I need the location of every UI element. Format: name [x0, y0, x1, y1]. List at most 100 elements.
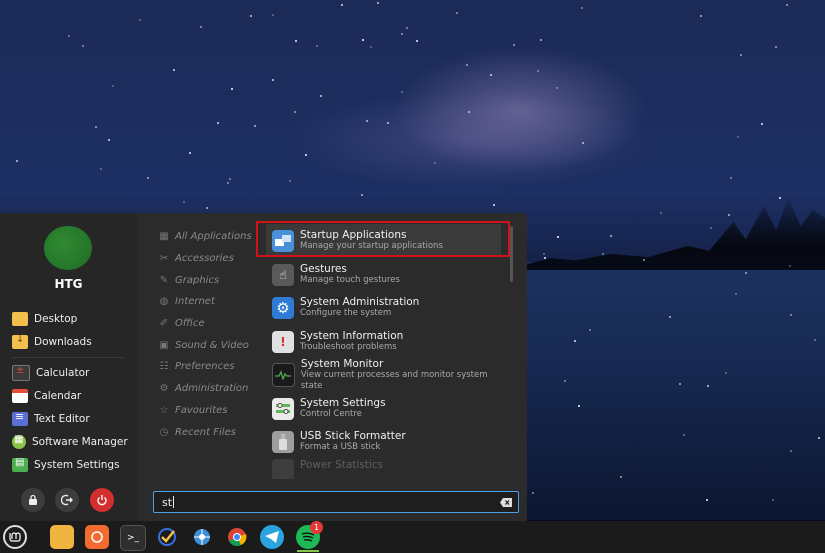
favorite-calendar[interactable]: Calendar: [12, 386, 81, 406]
category-label: Office: [175, 317, 205, 329]
favorite-label: Software Manager: [32, 436, 128, 448]
app-item-power-statistics[interactable]: Power Statistics: [266, 459, 501, 479]
calculator-icon: [12, 365, 30, 381]
wallpaper-lake: [520, 262, 825, 520]
app-description: View current processes and monitor syste…: [300, 369, 488, 391]
category-graphics[interactable]: ✎ Graphics: [158, 272, 219, 288]
category-label: Favourites: [175, 404, 228, 416]
system-settings-icon: [272, 397, 294, 420]
category-internet[interactable]: ◍ Internet: [158, 293, 215, 309]
star: [736, 136, 739, 139]
divider: [12, 357, 124, 358]
category-label: Internet: [175, 295, 215, 307]
tasks-icon[interactable]: [155, 525, 179, 549]
app-item-system-information[interactable]: ! System Information Troubleshoot problem…: [266, 325, 501, 358]
scissors-icon: ✂: [159, 252, 169, 264]
star: [361, 38, 364, 41]
category-preferences[interactable]: ☷ Preferences: [158, 358, 235, 374]
place-desktop[interactable]: Desktop: [12, 309, 77, 329]
favorite-system-settings[interactable]: System Settings: [12, 455, 120, 475]
star: [468, 110, 471, 113]
clock-icon: ◷: [159, 426, 169, 438]
shutdown-button[interactable]: [90, 488, 114, 512]
username: HTG: [54, 277, 83, 291]
star: [536, 70, 539, 73]
star: [304, 153, 307, 156]
system-administration-icon: ⚙: [272, 296, 294, 319]
app-description: Manage touch gestures: [300, 275, 400, 285]
telegram-icon[interactable]: [260, 525, 284, 549]
selection-highlight: [256, 221, 510, 257]
usb-formatter-icon: [272, 430, 294, 453]
star: [705, 498, 708, 501]
category-favourites[interactable]: ☆ Favourites: [158, 402, 228, 418]
star: [15, 159, 18, 162]
system-settings-icon: [12, 457, 28, 472]
star: [739, 53, 742, 56]
paint-icon: ✎: [159, 274, 169, 286]
avatar[interactable]: [44, 226, 92, 270]
app-description: Troubleshoot problems: [300, 342, 397, 352]
taskbar: >_: [0, 521, 825, 553]
clear-search-icon[interactable]: [499, 496, 513, 508]
category-label: Administration: [175, 382, 249, 394]
files-icon[interactable]: [50, 525, 74, 549]
app-description: Format a USB stick: [300, 442, 381, 452]
firefox-icon[interactable]: [85, 525, 109, 549]
app-list-scrollbar[interactable]: [510, 226, 513, 282]
star: [400, 90, 403, 93]
star: [230, 87, 233, 90]
star: [734, 292, 737, 295]
place-downloads[interactable]: Downloads: [12, 332, 92, 352]
app-name: USB Stick Formatter: [300, 430, 406, 442]
favorite-calculator[interactable]: Calculator: [12, 363, 89, 383]
category-administration[interactable]: ⚙ Administration: [158, 380, 249, 396]
app-item-system-settings[interactable]: System Settings Control Centre: [266, 392, 501, 425]
lock-icon: [29, 494, 37, 505]
app-name: System Monitor: [300, 357, 384, 370]
system-monitor-icon: [272, 362, 295, 387]
category-sound-video[interactable]: ▣ Sound & Video: [158, 337, 249, 353]
favorite-label: Calendar: [34, 390, 82, 402]
category-accessories[interactable]: ✂ Accessories: [158, 250, 234, 266]
app-item-usb-stick-formatter[interactable]: USB Stick Formatter Format a USB stick: [266, 425, 501, 458]
favorite-software-manager[interactable]: Software Manager: [12, 432, 128, 452]
terminal-icon[interactable]: >_: [120, 525, 146, 551]
category-label: All Applications: [175, 230, 252, 242]
app-description: Control Centre: [300, 409, 362, 419]
chrome-icon[interactable]: [225, 525, 249, 549]
power-statistics-icon: [272, 459, 294, 479]
star: [315, 44, 318, 47]
app-item-system-monitor[interactable]: System Monitor View current processes and…: [266, 358, 501, 391]
category-office[interactable]: ✐ Office: [158, 315, 205, 331]
star: [489, 73, 492, 76]
star: [146, 177, 149, 180]
app-item-gestures[interactable]: ☝ Gestures Manage touch gestures: [266, 258, 501, 291]
logout-button[interactable]: [55, 488, 79, 512]
star: [376, 1, 379, 4]
app-name: System Administration: [300, 296, 420, 308]
app-name: System Information: [300, 330, 404, 342]
active-app-indicator: [297, 550, 319, 552]
mint-menu-icon[interactable]: [3, 525, 27, 549]
category-label: Accessories: [175, 252, 234, 264]
app-item-system-administration[interactable]: ⚙ System Administration Configure the sys…: [266, 291, 501, 324]
app-icon[interactable]: [190, 525, 214, 549]
category-recent-files[interactable]: ◷ Recent Files: [158, 424, 236, 440]
gear-icon: ⚙: [159, 382, 169, 394]
category-label: Graphics: [175, 274, 220, 286]
search-input[interactable]: st: [153, 491, 519, 513]
star: [679, 382, 682, 385]
star: [271, 79, 274, 82]
category-all-applications[interactable]: ▦ All Applications: [158, 228, 252, 244]
star: [643, 258, 646, 261]
lock-screen-button[interactable]: [21, 488, 45, 512]
favorite-text-editor[interactable]: Text Editor: [12, 409, 90, 429]
text-editor-icon: [12, 410, 28, 426]
star: [138, 19, 141, 22]
logout-icon: [61, 494, 73, 506]
text-cursor: [173, 496, 175, 508]
star: [563, 379, 566, 382]
star: [531, 491, 534, 494]
favorite-label: Calculator: [36, 367, 90, 379]
